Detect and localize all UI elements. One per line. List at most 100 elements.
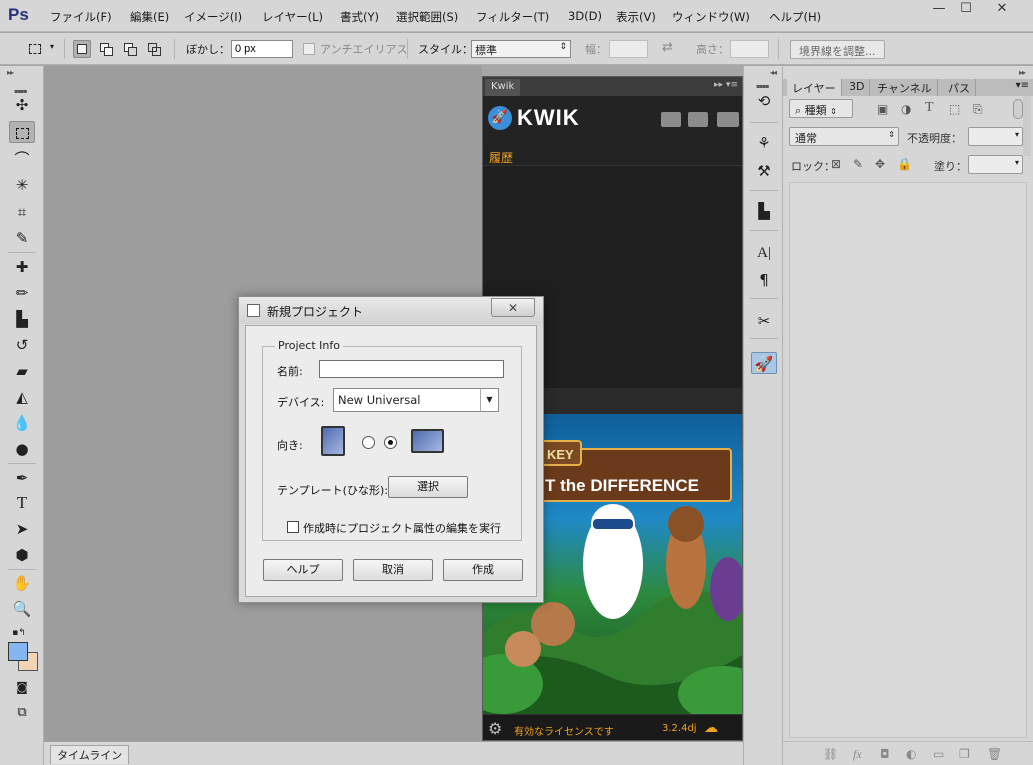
collapse-icon[interactable]: ◂◂ — [770, 68, 777, 77]
menu-image[interactable]: イメージ(I) — [184, 9, 242, 25]
name-input[interactable] — [319, 360, 504, 378]
marquee-preset-icon[interactable] — [26, 40, 44, 58]
dialog-close-button[interactable]: ✕ — [491, 298, 535, 317]
height-input[interactable] — [730, 40, 769, 58]
history-panel-icon[interactable]: ⟲ — [751, 90, 777, 112]
antialias-checkbox[interactable] — [303, 43, 315, 55]
tool-presets-icon[interactable]: ⚒ — [751, 160, 777, 182]
zoom-tool-icon[interactable]: 🔍 — [9, 598, 35, 620]
pixel-filter-icon[interactable]: ▣ — [877, 102, 888, 116]
adjustment-layer-icon[interactable]: ◐ — [906, 747, 916, 761]
dialog-titlebar[interactable]: 新規プロジェクト ✕ — [239, 297, 543, 324]
minimize-button[interactable]: — — [926, 1, 952, 21]
create-button[interactable]: 作成 — [443, 559, 523, 581]
lock-position-icon[interactable]: ✥ — [875, 157, 885, 171]
menu-layer[interactable]: レイヤー(L) — [262, 9, 323, 25]
foreground-color-swatch[interactable] — [8, 642, 28, 661]
dodge-tool-icon[interactable]: ● — [9, 438, 35, 460]
filter-toggle[interactable] — [1013, 99, 1023, 119]
hand-tool-icon[interactable]: ✋ — [9, 572, 35, 594]
kwik-tab[interactable]: Kwik — [485, 79, 521, 96]
healing-brush-tool-icon[interactable]: ✚ — [9, 256, 35, 278]
intersect-selection-icon[interactable] — [145, 40, 163, 58]
menu-window[interactable]: ウィンドウ(W) — [672, 9, 750, 25]
lock-transparent-icon[interactable]: ⊠ — [831, 157, 841, 171]
quick-mask-icon[interactable]: ◙ — [9, 676, 35, 698]
landscape-radio[interactable] — [384, 436, 397, 449]
new-layer-icon[interactable]: ❐ — [959, 747, 970, 761]
paint-bucket-tool-icon[interactable]: ◭ — [9, 386, 35, 408]
type-filter-icon[interactable]: T — [925, 100, 934, 116]
gear-icon[interactable]: ⚙ — [488, 719, 502, 738]
default-colors-icon[interactable]: ▪↰ — [6, 622, 32, 644]
shape-tool-icon[interactable]: ⬢ — [9, 544, 35, 566]
add-selection-icon[interactable] — [97, 40, 115, 58]
tab-layers[interactable]: レイヤー — [787, 79, 842, 96]
kwik-panel-icon[interactable]: 🚀 — [751, 352, 777, 374]
tools-panel-icon[interactable]: ✂ — [751, 310, 777, 332]
menu-type[interactable]: 書式(Y) — [340, 9, 379, 25]
paragraph-panel-icon[interactable]: ¶ — [751, 269, 777, 291]
eraser-tool-icon[interactable]: ▰ — [9, 360, 35, 382]
cloud-download-icon[interactable]: ☁ — [704, 720, 718, 736]
path-select-tool-icon[interactable]: ➤ — [9, 518, 35, 540]
new-selection-icon[interactable] — [73, 40, 91, 58]
adjustment-filter-icon[interactable]: ◑ — [901, 102, 911, 116]
history-label[interactable]: 履歴 — [489, 149, 513, 166]
lasso-tool-icon[interactable]: ⌒ — [9, 148, 35, 170]
menu-edit[interactable]: 編集(E) — [130, 9, 169, 25]
timeline-tab[interactable]: タイムライン — [50, 745, 130, 764]
menu-3d[interactable]: 3D(D) — [568, 9, 602, 23]
help-button[interactable]: ヘルプ — [263, 559, 343, 581]
panel-menu-icon[interactable]: ▾≡ — [1016, 80, 1029, 91]
refine-edge-button[interactable]: 境界線を調整... — [790, 40, 885, 59]
fill-input[interactable]: ▾ — [968, 155, 1023, 174]
maximize-button[interactable]: ☐ — [953, 1, 979, 21]
edit-attributes-checkbox[interactable] — [287, 521, 299, 533]
trash-icon[interactable]: 🗑 — [987, 747, 1002, 761]
pen-tool-icon[interactable]: ✒ — [9, 467, 35, 489]
tab-3d[interactable]: 3D — [844, 79, 871, 96]
brush-tool-icon[interactable]: ✏ — [9, 282, 35, 304]
select-template-button[interactable]: 選択 — [388, 476, 468, 498]
close-window-button[interactable]: ✕ — [989, 1, 1015, 21]
quick-select-tool-icon[interactable]: ✳ — [9, 174, 35, 196]
smart-object-filter-icon[interactable]: ⎘ — [973, 102, 983, 117]
clone-stamp-tool-icon[interactable]: ▙ — [9, 308, 35, 330]
scrollbar[interactable] — [1023, 96, 1031, 156]
link-layers-icon[interactable]: ⛓ — [823, 747, 838, 761]
history-brush-tool-icon[interactable]: ↺ — [9, 334, 35, 356]
panel-menu-icon[interactable]: ▸▸ ▾≡ — [714, 80, 738, 90]
feather-input[interactable] — [231, 40, 293, 58]
rect-marquee-tool-icon[interactable] — [9, 121, 35, 143]
width-input[interactable] — [609, 40, 648, 58]
collapse-icon[interactable]: ▸▸ — [7, 68, 14, 77]
crop-tool-icon[interactable]: ⌗ — [9, 201, 35, 223]
add-mask-icon[interactable]: ◘ — [880, 747, 890, 761]
kind-filter-select[interactable]: ⌕ 種類 ⇕ — [789, 99, 853, 118]
fx-icon[interactable]: fx — [853, 747, 862, 762]
lock-pixels-icon[interactable]: ✎ — [853, 157, 863, 171]
cancel-button[interactable]: 取消 — [353, 559, 433, 581]
style-select[interactable]: 標準 ⇕ — [471, 40, 571, 58]
menu-view[interactable]: 表示(V) — [616, 9, 656, 25]
menu-filter[interactable]: フィルター(T) — [476, 9, 549, 25]
menu-file[interactable]: ファイル(F) — [50, 9, 112, 25]
open-project-icon[interactable] — [688, 112, 708, 127]
swap-arrows-icon[interactable]: ⇄ — [662, 40, 673, 55]
screen-mode-icon[interactable]: ⧉ — [9, 702, 35, 724]
new-project-icon[interactable] — [661, 112, 681, 127]
clone-source-icon[interactable]: ▙ — [751, 200, 777, 222]
type-tool-icon[interactable]: T — [9, 492, 35, 514]
new-group-icon[interactable]: ▭ — [933, 747, 944, 761]
tab-paths[interactable]: パス — [943, 79, 976, 96]
menu-select[interactable]: 選択範囲(S) — [396, 9, 458, 25]
move-tool-icon[interactable]: ✣ — [9, 94, 35, 116]
blur-tool-icon[interactable]: 💧 — [9, 412, 35, 434]
library-icon[interactable] — [717, 112, 739, 127]
collapse-icon[interactable]: ▸▸ — [1019, 68, 1026, 77]
opacity-input[interactable]: ▾ — [968, 127, 1023, 146]
shape-filter-icon[interactable]: ⬚ — [949, 102, 960, 116]
menu-help[interactable]: ヘルプ(H) — [769, 9, 821, 25]
tab-channels[interactable]: チャンネル — [872, 79, 938, 96]
